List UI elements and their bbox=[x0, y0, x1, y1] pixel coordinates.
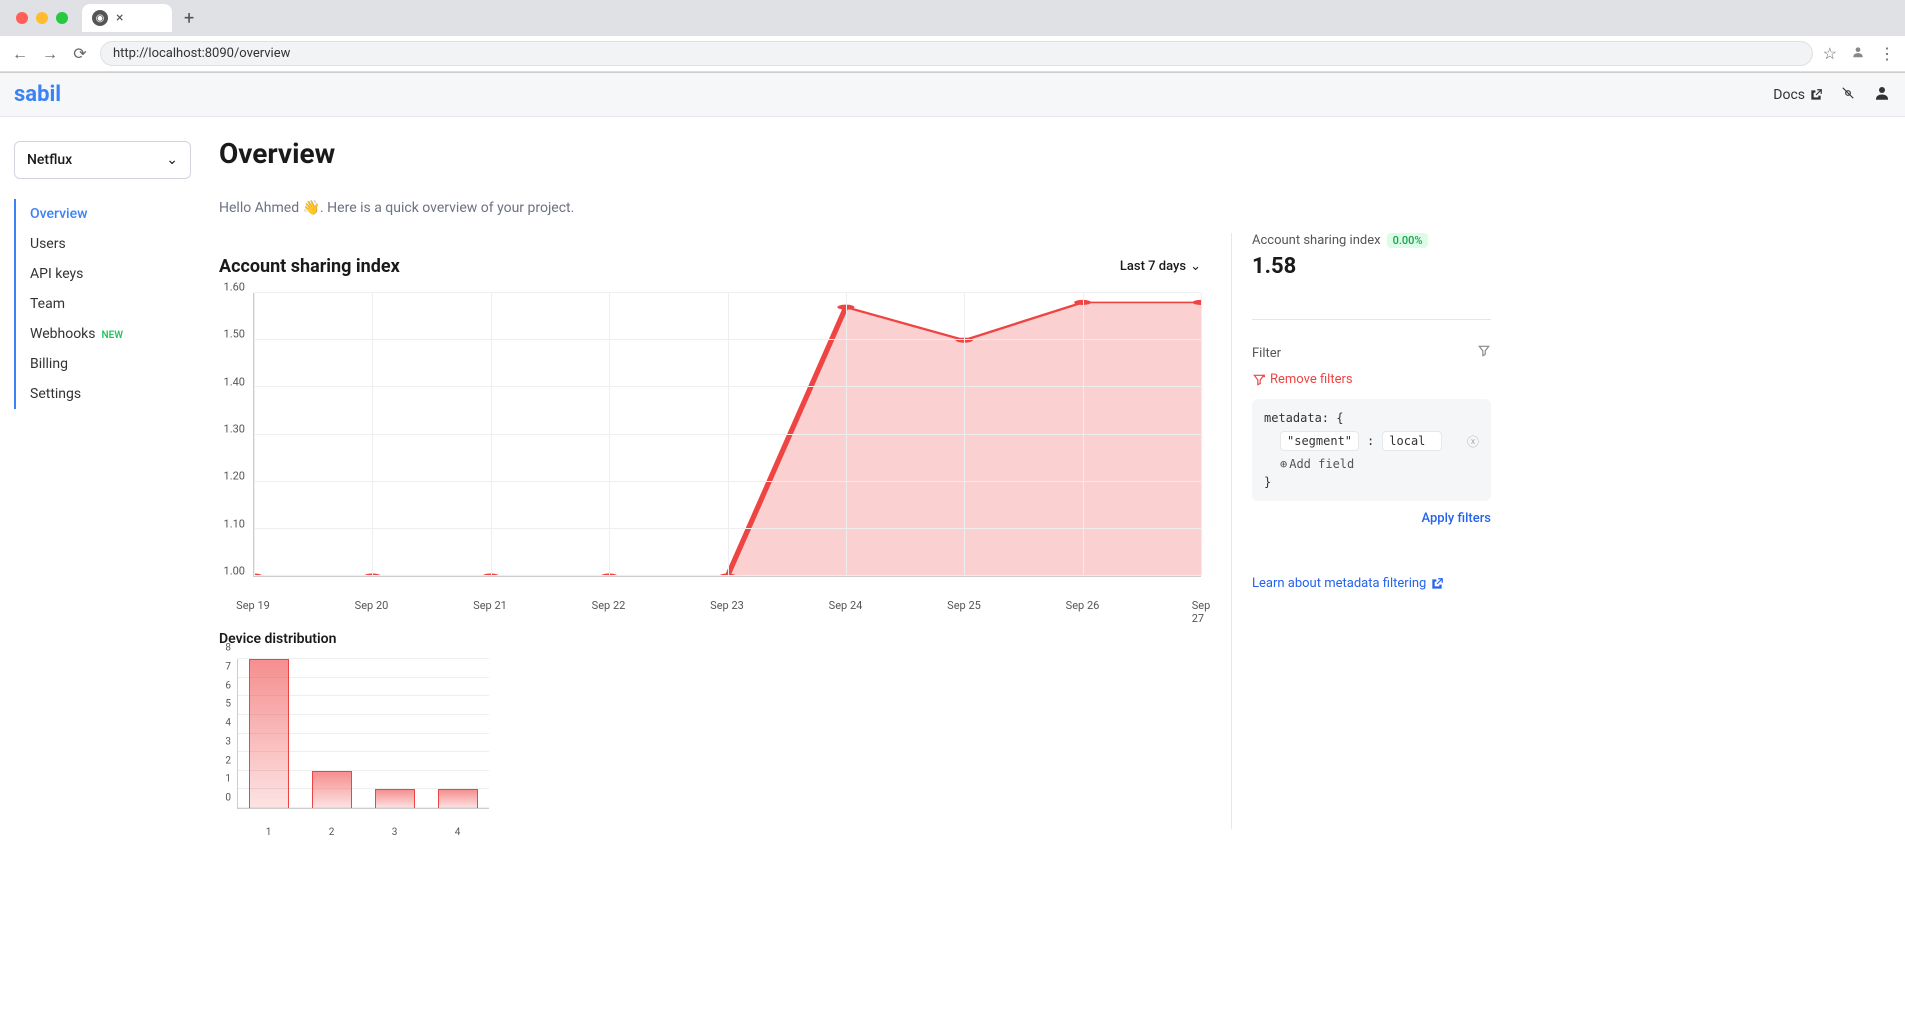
sidebar-item-users[interactable]: Users bbox=[16, 229, 191, 259]
forward-icon[interactable]: → bbox=[40, 44, 60, 64]
back-icon[interactable]: ← bbox=[10, 44, 30, 64]
profile-icon[interactable] bbox=[1851, 44, 1865, 63]
filter-editor: metadata: { "segment" : local ⓧ ⊕ Add fi… bbox=[1252, 399, 1491, 501]
nav-list: OverviewUsersAPI keysTeamWebhooksNEWBill… bbox=[14, 199, 191, 409]
reload-icon[interactable]: ⟳ bbox=[70, 44, 90, 63]
chart-header: Account sharing index Last 7 days ⌄ bbox=[219, 256, 1201, 277]
period-selector[interactable]: Last 7 days ⌄ bbox=[1120, 259, 1201, 274]
chevron-down-icon: ⌄ bbox=[166, 152, 178, 168]
tab-bar: ◉ × + bbox=[0, 0, 1905, 36]
window-minimize[interactable] bbox=[36, 12, 48, 24]
greeting-text: Hello Ahmed 👋. Here is a quick overview … bbox=[219, 200, 1201, 216]
index-value: 1.58 bbox=[1252, 254, 1491, 279]
learn-label: Learn about metadata filtering bbox=[1252, 576, 1426, 591]
user-avatar-icon[interactable] bbox=[1873, 84, 1891, 106]
menu-icon[interactable]: ⋮ bbox=[1879, 44, 1895, 63]
theme-toggle-icon[interactable] bbox=[1841, 86, 1855, 104]
project-name: Netflux bbox=[27, 152, 72, 168]
index-label: Account sharing index bbox=[1252, 233, 1381, 248]
content: Overview Hello Ahmed 👋. Here is a quick … bbox=[205, 117, 1505, 869]
colon: : bbox=[1367, 434, 1374, 448]
sidebar-item-api-keys[interactable]: API keys bbox=[16, 259, 191, 289]
metadata-close: } bbox=[1264, 475, 1479, 489]
new-badge: NEW bbox=[102, 330, 124, 341]
filter-header: Filter bbox=[1252, 344, 1491, 362]
filter-key-input[interactable]: "segment" bbox=[1280, 431, 1359, 451]
bar-chart-section: Device distribution 012345678 1234 bbox=[219, 631, 1201, 829]
sidebar-item-billing[interactable]: Billing bbox=[16, 349, 191, 379]
window-maximize[interactable] bbox=[56, 12, 68, 24]
new-tab-button[interactable]: + bbox=[178, 8, 200, 29]
index-label-row: Account sharing index 0.00% bbox=[1252, 233, 1491, 248]
browser-chrome: ◉ × + ← → ⟳ http://localhost:8090/overvi… bbox=[0, 0, 1905, 73]
chevron-down-icon: ⌄ bbox=[1190, 259, 1201, 274]
chart-title: Account sharing index bbox=[219, 256, 400, 277]
plus-icon: ⊕ bbox=[1280, 457, 1287, 471]
clear-field-icon[interactable]: ⓧ bbox=[1467, 433, 1479, 450]
brand-logo[interactable]: sabil bbox=[14, 82, 61, 107]
docs-link[interactable]: Docs bbox=[1773, 87, 1823, 103]
sidebar-item-team[interactable]: Team bbox=[16, 289, 191, 319]
bar-chart: 012345678 1234 bbox=[219, 659, 489, 829]
external-link-icon bbox=[1809, 88, 1823, 102]
address-bar: ← → ⟳ http://localhost:8090/overview ☆ ⋮ bbox=[0, 36, 1905, 72]
sidebar-item-overview[interactable]: Overview bbox=[16, 199, 191, 229]
globe-icon: ◉ bbox=[92, 10, 108, 26]
tab-close-icon[interactable]: × bbox=[116, 10, 123, 26]
url-input[interactable]: http://localhost:8090/overview bbox=[100, 41, 1813, 66]
external-link-icon bbox=[1430, 577, 1444, 591]
learn-link[interactable]: Learn about metadata filtering bbox=[1252, 576, 1491, 591]
add-field-label: Add field bbox=[1289, 457, 1354, 471]
filter-icon[interactable] bbox=[1477, 344, 1491, 362]
apply-filters-button[interactable]: Apply filters bbox=[1252, 511, 1491, 526]
docs-label: Docs bbox=[1773, 87, 1805, 103]
sidebar-item-webhooks[interactable]: WebhooksNEW bbox=[16, 319, 191, 349]
window-close[interactable] bbox=[16, 12, 28, 24]
line-chart: 1.001.101.201.301.401.501.60 Sep 19Sep 2… bbox=[219, 287, 1201, 607]
right-column: Account sharing index 0.00% 1.58 Filter … bbox=[1231, 233, 1491, 829]
sidebar-item-settings[interactable]: Settings bbox=[16, 379, 191, 409]
star-icon[interactable]: ☆ bbox=[1823, 44, 1837, 63]
bar-chart-title: Device distribution bbox=[219, 631, 1201, 647]
browser-tab[interactable]: ◉ × bbox=[82, 4, 172, 32]
metadata-open: metadata: { bbox=[1264, 411, 1479, 425]
add-field-button[interactable]: ⊕ Add field bbox=[1280, 457, 1479, 471]
app-header: sabil Docs bbox=[0, 73, 1905, 117]
remove-filters-button[interactable]: Remove filters bbox=[1252, 372, 1491, 387]
index-badge: 0.00% bbox=[1387, 233, 1429, 248]
period-label: Last 7 days bbox=[1120, 259, 1186, 274]
remove-filters-label: Remove filters bbox=[1270, 372, 1353, 387]
divider bbox=[1252, 319, 1491, 320]
filter-remove-icon bbox=[1252, 373, 1266, 387]
page-title: Overview bbox=[219, 137, 1201, 170]
filter-label: Filter bbox=[1252, 346, 1281, 361]
project-selector[interactable]: Netflux ⌄ bbox=[14, 141, 191, 179]
traffic-lights bbox=[8, 12, 76, 24]
filter-value-input[interactable]: local bbox=[1382, 431, 1442, 451]
sidebar: Netflux ⌄ OverviewUsersAPI keysTeamWebho… bbox=[0, 117, 205, 869]
